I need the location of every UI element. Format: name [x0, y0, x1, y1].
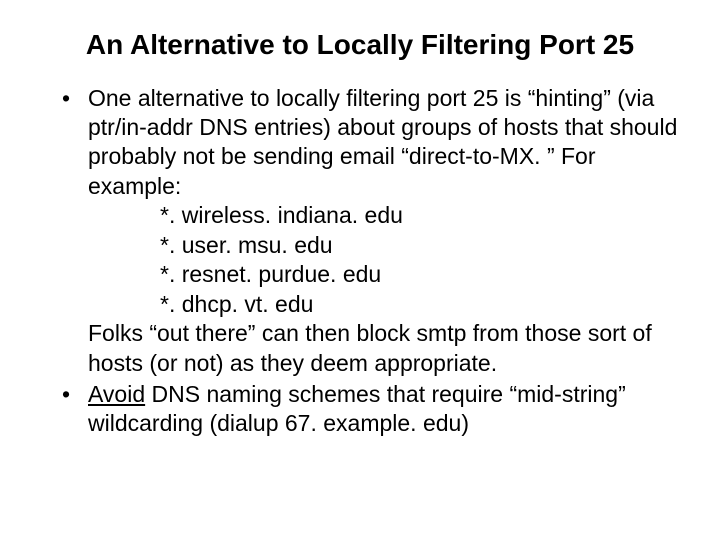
example-line: *. user. msu. edu — [88, 231, 680, 260]
bullet-trail-text: Folks “out there” can then block smtp fr… — [88, 320, 652, 375]
bullet-text: DNS naming schemes that require “mid-str… — [88, 381, 626, 436]
slide: An Alternative to Locally Filtering Port… — [0, 0, 720, 540]
example-line: *. wireless. indiana. edu — [88, 201, 680, 230]
underlined-word: Avoid — [88, 381, 145, 407]
bullet-lead-text: One alternative to locally filtering por… — [88, 85, 677, 199]
example-line: *. resnet. purdue. edu — [88, 260, 680, 289]
slide-title: An Alternative to Locally Filtering Port… — [40, 28, 680, 62]
example-line: *. dhcp. vt. edu — [88, 290, 680, 319]
bullet-item: One alternative to locally filtering por… — [60, 84, 680, 378]
bullet-item: Avoid DNS naming schemes that require “m… — [60, 380, 680, 439]
bullet-list: One alternative to locally filtering por… — [60, 84, 680, 439]
